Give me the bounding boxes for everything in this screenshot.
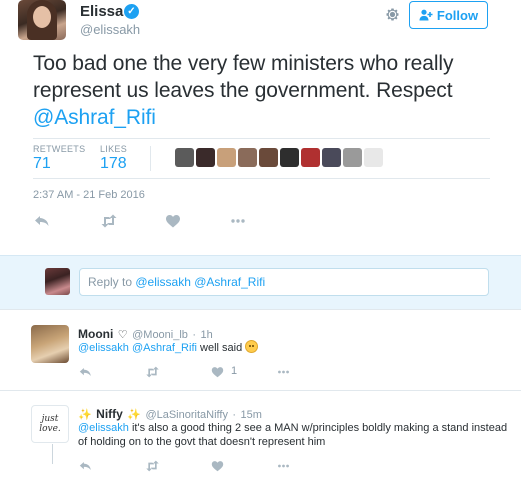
reply-author-name[interactable]: Niffy	[96, 407, 123, 421]
reply-input[interactable]: Reply to @elissakh @Ashraf_Rifi	[79, 268, 489, 296]
author-name[interactable]: Elissa	[80, 3, 123, 20]
gear-icon[interactable]	[385, 7, 400, 22]
liker-avatar[interactable]	[259, 148, 278, 167]
retweets-count[interactable]: 71	[33, 155, 51, 173]
current-user-avatar	[45, 268, 70, 295]
likers-avatars	[175, 148, 383, 167]
reply-placeholder-prefix: Reply to	[88, 275, 136, 289]
more-icon[interactable]	[230, 214, 246, 228]
thread-line	[52, 444, 53, 464]
reply-avatar[interactable]	[31, 325, 69, 363]
sparkle-icon: ✨	[78, 409, 92, 421]
retweet-icon[interactable]	[145, 459, 160, 472]
stats-divider	[150, 146, 151, 171]
likes-count[interactable]: 178	[100, 155, 127, 173]
tweet-text: Too bad one the very few ministers who r…	[33, 50, 503, 131]
reply-mention-1: @elissakh	[135, 275, 191, 289]
tweet-mention-link[interactable]: @Ashraf_Rifi	[33, 106, 156, 129]
verified-badge-icon: ✓	[124, 4, 139, 19]
reply-avatar[interactable]: just love.	[31, 405, 69, 443]
reply-text: @elissakh it's also a good thing 2 see a…	[78, 421, 508, 449]
more-icon[interactable]	[277, 365, 290, 377]
liker-avatar[interactable]	[322, 148, 341, 167]
like-icon[interactable]	[211, 365, 224, 378]
divider	[0, 390, 521, 391]
liker-avatar[interactable]	[343, 148, 362, 167]
divider	[33, 178, 490, 179]
reply-body: well said	[196, 342, 246, 354]
tweet-timestamp[interactable]: 2:37 AM - 21 Feb 2016	[33, 189, 145, 201]
avatar-text: just love.	[39, 414, 61, 434]
liker-avatar[interactable]	[280, 148, 299, 167]
like-icon[interactable]	[165, 214, 181, 228]
tweet-body: Too bad one the very few ministers who r…	[33, 52, 454, 102]
reply-dot: ·	[232, 409, 237, 421]
more-icon[interactable]	[277, 459, 290, 471]
reply-author-handle[interactable]: @LaSinoritaNiffy	[145, 409, 228, 421]
sparkle-icon: ✨	[127, 409, 141, 421]
liker-avatar[interactable]	[217, 148, 236, 167]
follow-person-icon	[419, 9, 433, 21]
reply-mention-2[interactable]: @Ashraf_Rifi	[132, 342, 197, 354]
liker-avatar[interactable]	[238, 148, 257, 167]
reply-icon[interactable]	[79, 365, 92, 377]
reply-icon[interactable]	[79, 459, 92, 471]
liker-avatar[interactable]	[301, 148, 320, 167]
reply-author-name[interactable]: Mooni	[78, 327, 113, 341]
follow-button[interactable]: Follow	[409, 1, 488, 29]
liker-avatar[interactable]	[196, 148, 215, 167]
retweets-label: RETWEETS	[33, 144, 86, 154]
like-icon[interactable]	[211, 459, 224, 472]
author-handle[interactable]: @elissakh	[80, 22, 140, 37]
liker-avatar[interactable]	[175, 148, 194, 167]
likes-label: LIKES	[100, 144, 128, 154]
reply-text: @elissakh @Ashraf_Rifi well said	[78, 340, 498, 355]
reply-time[interactable]: 15m	[241, 409, 262, 421]
reply-mention-1[interactable]: @elissakh	[78, 342, 129, 354]
reply-like-count: 1	[231, 365, 238, 377]
reply-mention-2: @Ashraf_Rifi	[194, 275, 266, 289]
reply-mention[interactable]: @elissakh	[78, 422, 129, 434]
follow-label: Follow	[436, 7, 479, 23]
divider	[33, 138, 490, 139]
retweet-icon[interactable]	[100, 214, 118, 228]
reply-icon[interactable]	[34, 214, 50, 228]
avatar-face	[33, 6, 51, 28]
sad-face-emoji-icon	[245, 340, 259, 353]
retweet-icon[interactable]	[145, 365, 160, 378]
author-avatar[interactable]	[18, 0, 66, 40]
liker-avatar[interactable]	[364, 148, 383, 167]
reply-body: it's also a good thing 2 see a MAN w/pri…	[78, 422, 508, 448]
